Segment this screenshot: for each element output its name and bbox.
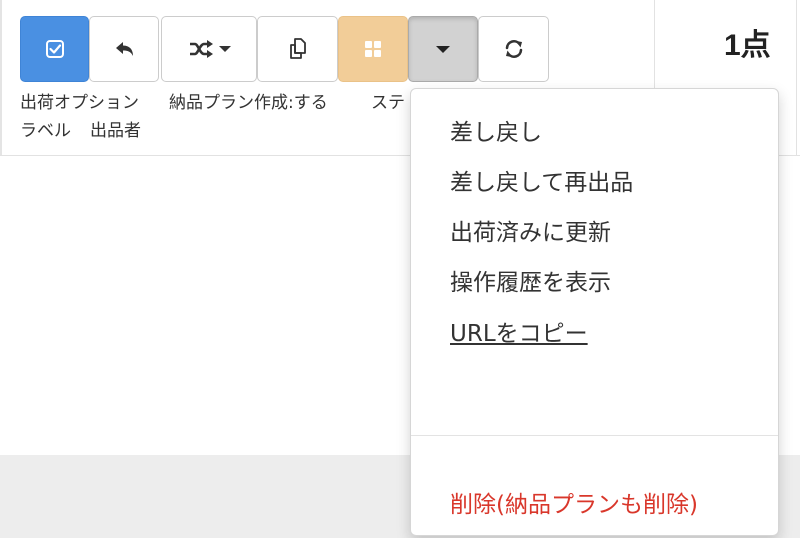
page: 1点 出荷オプション 納品プラン作成:する ステ ラベル 出品者 差し戻し 差し… [0,0,800,538]
check-button[interactable] [20,16,89,82]
column-divider [796,0,797,156]
item-count: 1点 [724,29,771,62]
status-label: ステ [371,93,405,113]
menu-item-mark-shipped[interactable]: 出荷済みに更新 [450,213,611,247]
menu-item-copy-url[interactable]: URLをコピー [450,314,588,348]
plan-creation-label: 納品プラン作成:する [169,93,328,113]
grid-icon [364,40,382,58]
check-square-icon [45,39,65,59]
undo-icon [112,39,136,59]
shuffle-icon [188,39,216,59]
copy-button[interactable] [257,16,338,82]
menu-item-delete[interactable]: 削除(納品プランも削除) [450,485,698,519]
menu-item-send-back[interactable]: 差し戻し [450,113,542,147]
grid-button[interactable] [338,16,408,82]
caret-down-icon [218,45,231,53]
refresh-icon [503,38,525,60]
menu-item-show-history[interactable]: 操作履歴を表示 [450,263,611,297]
more-actions-dropdown-button[interactable] [408,16,478,82]
refresh-button[interactable] [478,16,549,82]
label-label: ラベル [20,121,71,141]
caret-down-icon [436,45,450,54]
shipping-option-label: 出荷オプション [20,93,139,113]
undo-button[interactable] [89,16,159,82]
panel-border [0,0,2,156]
actions-dropdown-menu: 差し戻し 差し戻して再出品 出荷済みに更新 操作履歴を表示 URLをコピー 削除… [410,88,779,536]
menu-divider [411,435,778,436]
seller-label: 出品者 [90,121,141,141]
shuffle-dropdown-button[interactable] [161,16,257,82]
menu-item-send-back-relist[interactable]: 差し戻して再出品 [450,163,633,197]
copy-icon [286,37,310,61]
